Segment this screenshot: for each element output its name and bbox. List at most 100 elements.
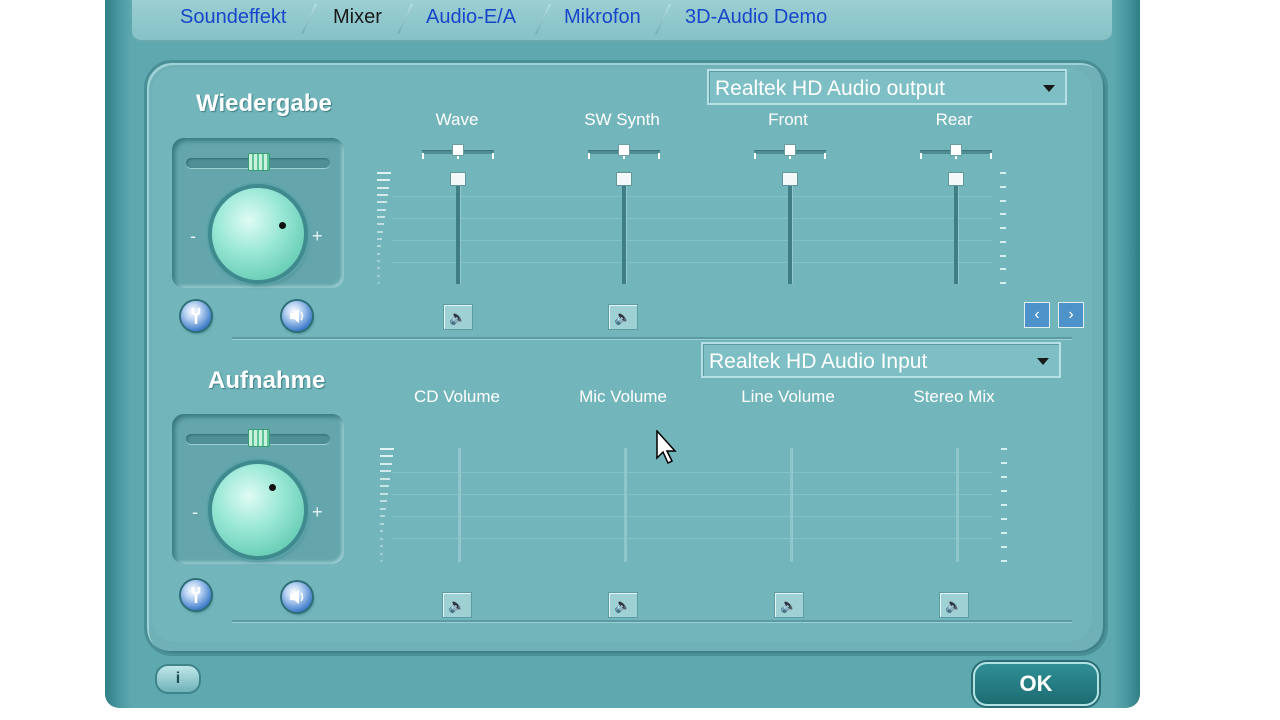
scale-tick bbox=[380, 545, 383, 547]
chevron-down-icon bbox=[1043, 85, 1055, 92]
playback-balance-thumb[interactable] bbox=[248, 153, 270, 171]
wave-mute-button[interactable]: 🔈 bbox=[443, 304, 473, 330]
line-volume-slider[interactable] bbox=[790, 448, 792, 562]
playback-settings-button[interactable] bbox=[181, 301, 211, 331]
sw-synth-balance-slider[interactable] bbox=[588, 144, 660, 159]
scroll-right-button[interactable]: › bbox=[1058, 302, 1084, 328]
scale-tick bbox=[380, 463, 392, 465]
scroll-left-button[interactable]: ‹ bbox=[1024, 302, 1050, 328]
mic-volume-mute-button[interactable]: 🔈 bbox=[608, 592, 638, 618]
wrench-icon bbox=[191, 587, 201, 603]
scale-tick bbox=[377, 245, 381, 247]
scale-tick bbox=[380, 553, 383, 555]
sw-synth-volume-thumb[interactable] bbox=[616, 172, 632, 186]
rear-volume-slider[interactable] bbox=[948, 172, 964, 284]
sw-synth-volume-slider[interactable] bbox=[616, 172, 632, 284]
front-balance-slider[interactable] bbox=[754, 144, 826, 159]
front-volume-slider[interactable] bbox=[782, 172, 798, 284]
scale-tick bbox=[1001, 476, 1007, 478]
playback-master-box: - + bbox=[172, 138, 344, 288]
playback-device-value: Realtek HD Audio output bbox=[715, 77, 945, 100]
scale-tick bbox=[1000, 172, 1006, 174]
knob-minus: - bbox=[192, 502, 198, 522]
knob-indicator bbox=[279, 222, 286, 229]
channel-label-wave: Wave bbox=[435, 110, 479, 129]
stereo-mix-slider[interactable] bbox=[956, 448, 958, 562]
channel-label-front: Front bbox=[768, 110, 808, 129]
cd-volume-slider[interactable] bbox=[458, 448, 460, 562]
scale-tick bbox=[380, 515, 385, 517]
speaker-mute-icon: 🔈 bbox=[614, 308, 632, 325]
info-button[interactable]: i bbox=[155, 664, 201, 694]
mouse-cursor-icon bbox=[656, 430, 677, 465]
stereo-mix-mute-button[interactable]: 🔈 bbox=[939, 592, 969, 618]
speaker-mute-icon: 🔈 bbox=[945, 596, 963, 613]
rear-volume-thumb[interactable] bbox=[948, 172, 964, 186]
channel-label-sw-synth: SW Synth bbox=[584, 110, 660, 129]
scale-tick bbox=[377, 282, 380, 284]
playback-volume-knob[interactable] bbox=[212, 188, 304, 280]
scale-tick bbox=[377, 187, 389, 189]
recording-balance-thumb[interactable] bbox=[248, 429, 270, 447]
knob-plus: + bbox=[312, 502, 323, 522]
playback-mute-all-button[interactable] bbox=[282, 301, 312, 331]
scale-tick bbox=[380, 523, 384, 525]
speaker-mute-icon: 🔈 bbox=[614, 596, 632, 613]
scale-tick bbox=[1000, 282, 1006, 284]
wave-balance-slider[interactable] bbox=[422, 144, 494, 159]
scale-tick bbox=[1001, 504, 1007, 506]
chevron-right-icon: › bbox=[1068, 306, 1074, 323]
front-balance-thumb[interactable] bbox=[784, 144, 796, 156]
scale-tick bbox=[377, 267, 380, 269]
scale-tick bbox=[377, 253, 380, 255]
scale-tick bbox=[1001, 490, 1007, 492]
scale-tick bbox=[1001, 546, 1007, 548]
rear-balance-thumb[interactable] bbox=[950, 144, 962, 156]
tab-mikrofon[interactable]: Mikrofon bbox=[564, 6, 641, 29]
line-volume-mute-button[interactable]: 🔈 bbox=[774, 592, 804, 618]
sw-synth-mute-button[interactable]: 🔈 bbox=[608, 304, 638, 330]
scale-tick bbox=[1001, 560, 1007, 562]
scale-tick bbox=[1000, 255, 1006, 257]
scale-tick bbox=[1001, 448, 1007, 450]
wave-volume-thumb[interactable] bbox=[450, 172, 466, 186]
tab-mixer[interactable]: Mixer bbox=[333, 6, 382, 29]
scale-tick bbox=[380, 470, 391, 472]
scale-tick bbox=[377, 238, 382, 240]
cd-volume-mute-button[interactable]: 🔈 bbox=[442, 592, 472, 618]
tab-audio-ea[interactable]: Audio-E/A bbox=[426, 6, 516, 29]
channel-label-line-volume: Line Volume bbox=[741, 387, 835, 406]
scale-tick bbox=[377, 223, 384, 225]
mic-volume-slider[interactable] bbox=[624, 448, 626, 562]
sw-synth-balance-thumb[interactable] bbox=[618, 144, 630, 156]
scale-tick bbox=[1001, 518, 1007, 520]
wave-volume-slider[interactable] bbox=[450, 172, 466, 284]
knob-indicator bbox=[269, 484, 276, 491]
channel-label-mic-volume: Mic Volume bbox=[579, 387, 667, 406]
playback-device-dropdown[interactable]: Realtek HD Audio output bbox=[707, 69, 1067, 105]
recording-volume-knob[interactable] bbox=[212, 464, 304, 556]
scale-tick bbox=[380, 560, 383, 562]
wave-balance-thumb[interactable] bbox=[452, 144, 464, 156]
scale-tick bbox=[380, 538, 383, 540]
recording-mute-all-button[interactable] bbox=[282, 582, 312, 612]
playback-scale-left bbox=[377, 172, 391, 284]
tab-soundeffekt[interactable]: Soundeffekt bbox=[180, 6, 286, 29]
recording-settings-button[interactable] bbox=[181, 580, 211, 610]
scale-tick bbox=[377, 172, 391, 174]
scale-tick bbox=[1000, 241, 1006, 243]
ok-button[interactable]: OK bbox=[973, 662, 1099, 706]
playback-title: Wiedergabe bbox=[196, 90, 332, 117]
recording-balance-slider[interactable] bbox=[186, 429, 330, 447]
rear-balance-slider[interactable] bbox=[920, 144, 992, 159]
speaker-mute-icon: 🔈 bbox=[449, 308, 467, 325]
scale-tick bbox=[380, 455, 393, 457]
playback-balance-slider[interactable] bbox=[186, 153, 330, 171]
playback-scale-right bbox=[1000, 172, 1014, 284]
tab-3d-audio-demo[interactable]: 3D-Audio Demo bbox=[685, 6, 827, 29]
speaker-icon bbox=[290, 309, 304, 323]
front-volume-thumb[interactable] bbox=[782, 172, 798, 186]
recording-scale-right bbox=[1001, 448, 1015, 562]
scale-tick bbox=[1000, 186, 1006, 188]
recording-device-dropdown[interactable]: Realtek HD Audio Input bbox=[701, 342, 1061, 378]
